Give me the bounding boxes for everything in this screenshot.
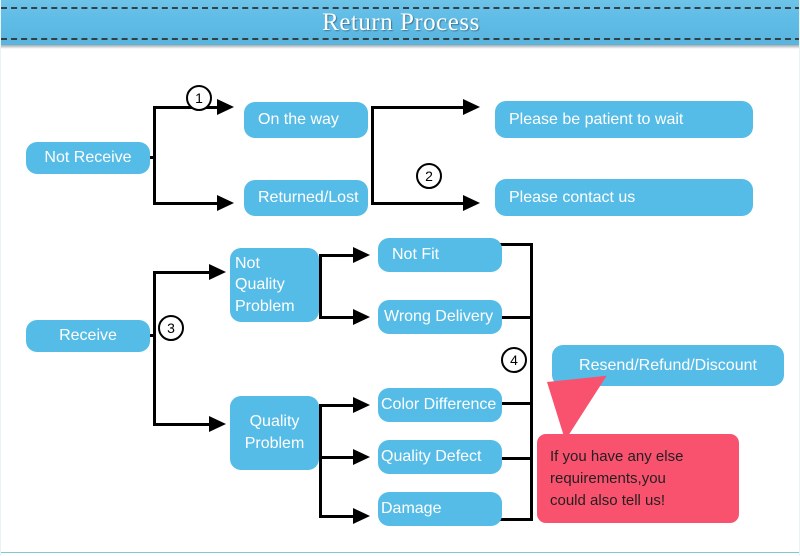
connector-to-not-quality-problem bbox=[153, 271, 213, 274]
node-color-difference: Color Difference bbox=[378, 388, 502, 422]
connector-bracket-to-contact bbox=[371, 202, 467, 205]
return-process-infographic: Return Process Not Receive 1 On the way … bbox=[0, 0, 800, 556]
arrowhead-to-not-quality-problem bbox=[209, 264, 226, 280]
arrowhead-to-not-fit bbox=[353, 247, 370, 263]
arrowhead-to-damage bbox=[353, 508, 370, 524]
node-wrong-delivery: Wrong Delivery bbox=[378, 300, 502, 334]
connector-collector-from-not-fit bbox=[500, 243, 533, 246]
arrowhead-to-color-difference bbox=[353, 397, 370, 413]
node-please-contact-us: Please contact us bbox=[495, 179, 753, 216]
arrowhead-to-quality-defect bbox=[353, 449, 370, 465]
connector-to-on-the-way bbox=[153, 106, 221, 109]
arrowhead-to-wrong-delivery bbox=[353, 309, 370, 325]
connector-to-not-fit bbox=[319, 254, 357, 257]
arrowhead-to-quality-problem bbox=[209, 416, 226, 432]
connector-to-quality-defect bbox=[319, 456, 357, 459]
node-not-quality-problem: Not Quality Problem bbox=[230, 248, 319, 322]
connector-collector-from-wrong-delivery bbox=[500, 316, 533, 319]
node-on-the-way: On the way bbox=[244, 102, 368, 138]
step-marker-3: 3 bbox=[158, 315, 184, 341]
callout-tail bbox=[547, 375, 613, 442]
arrowhead-to-returned-lost bbox=[217, 195, 234, 211]
arrowhead-to-please-contact bbox=[463, 195, 480, 211]
banner-dashed-line-bottom bbox=[1, 38, 799, 40]
connector-to-damage bbox=[319, 515, 357, 518]
node-quality-defect: Quality Defect bbox=[378, 440, 502, 474]
connector-to-color-difference bbox=[319, 404, 357, 407]
arrowhead-to-on-the-way bbox=[217, 99, 234, 115]
connector-to-wrong-delivery bbox=[319, 316, 357, 319]
arrowhead-to-please-wait bbox=[463, 99, 480, 115]
connector-collector-vertical bbox=[530, 243, 533, 521]
connector-to-quality-problem bbox=[153, 423, 213, 426]
connector-receive-vertical bbox=[153, 271, 156, 426]
node-please-be-patient-to-wait: Please be patient to wait bbox=[495, 101, 753, 138]
node-not-fit: Not Fit bbox=[378, 238, 502, 272]
node-not-receive: Not Receive bbox=[26, 142, 150, 174]
connector-not-receive-vertical bbox=[153, 106, 156, 205]
banner-drop-shadow bbox=[1, 45, 799, 49]
node-returned-lost: Returned/Lost bbox=[244, 180, 368, 216]
footer-divider bbox=[1, 552, 799, 553]
connector-to-returned-lost bbox=[153, 202, 221, 205]
step-marker-2: 2 bbox=[416, 163, 442, 189]
connector-bracket-to-wait bbox=[371, 106, 467, 109]
node-quality-problem: Quality Problem bbox=[230, 396, 319, 470]
step-marker-1: 1 bbox=[186, 85, 212, 111]
connector-qp-vertical bbox=[319, 404, 322, 518]
connector-collector-from-quality-defect bbox=[500, 457, 533, 460]
callout-bubble: If you have any else requirements,you co… bbox=[537, 434, 739, 523]
node-damage: Damage bbox=[378, 492, 502, 526]
page-title: Return Process bbox=[322, 9, 480, 36]
step-marker-4: 4 bbox=[501, 347, 527, 373]
connector-collector-from-damage bbox=[500, 518, 533, 521]
connector-bracket-vertical-top bbox=[371, 106, 374, 205]
connector-collector-from-color-difference bbox=[500, 402, 533, 405]
node-receive: Receive bbox=[26, 320, 150, 352]
